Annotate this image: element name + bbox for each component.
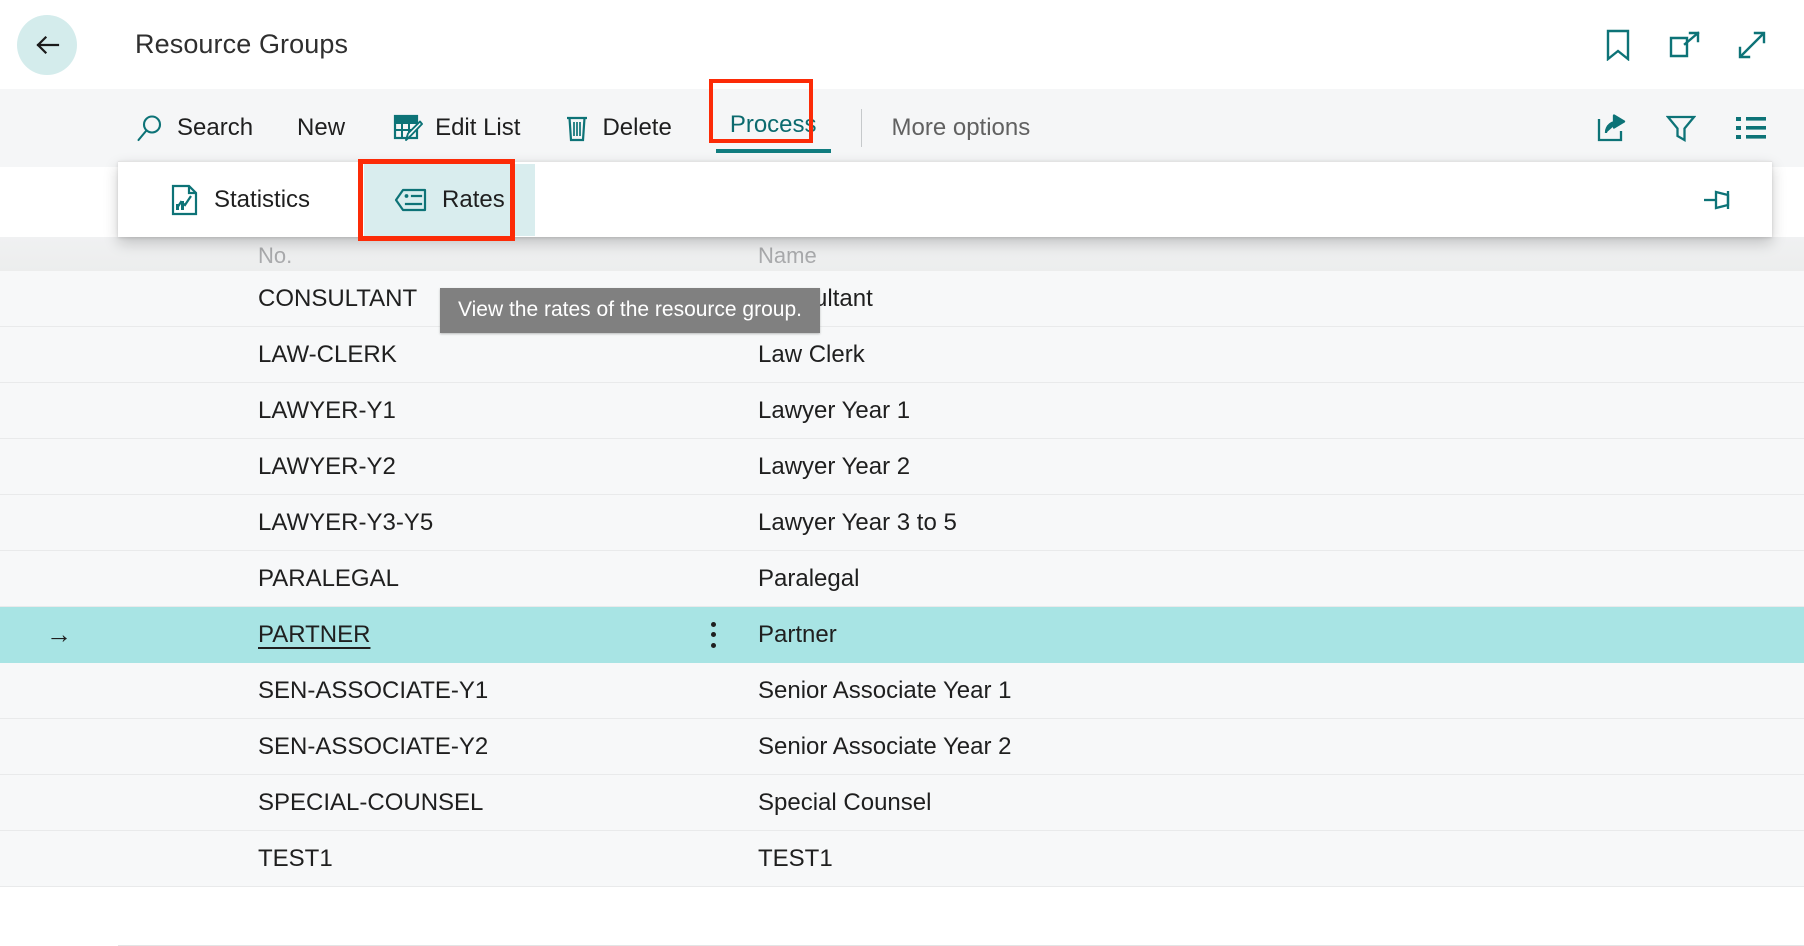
arrow-left-icon <box>36 35 60 54</box>
cell-no[interactable]: PARTNER <box>118 607 738 662</box>
cell-no[interactable]: SEN-ASSOCIATE-Y1 <box>118 663 738 718</box>
resource-groups-page: Resource Groups Search New Edit List Del… <box>0 0 1804 946</box>
cell-name[interactable]: Lawyer Year 3 to 5 <box>738 509 1804 537</box>
row-more-menu-icon[interactable] <box>710 621 716 648</box>
table-row[interactable]: TEST1 TEST1 <box>0 831 1804 887</box>
command-bar-items: Search New Edit List Delete Process More… <box>0 79 1031 153</box>
search-button[interactable]: Search <box>135 107 271 149</box>
menu-item-rates[interactable]: Rates <box>358 158 535 241</box>
cell-name[interactable]: Senior Associate Year 2 <box>738 733 1804 761</box>
table-row[interactable]: PARALEGAL Paralegal <box>0 551 1804 607</box>
cell-no-value: SPECIAL-COUNSEL <box>258 788 484 816</box>
header-name: Name <box>758 243 817 268</box>
table-row[interactable]: LAWYER-Y1 Lawyer Year 1 <box>0 383 1804 439</box>
cell-no[interactable]: LAWYER-Y3-Y5 <box>118 495 738 550</box>
cell-name[interactable]: Paralegal <box>738 565 1804 593</box>
more-options-button[interactable]: More options <box>892 114 1031 142</box>
row-indicator: → <box>46 619 72 649</box>
open-in-new-window-icon[interactable] <box>1668 28 1702 62</box>
delete-label: Delete <box>602 114 672 141</box>
resource-groups-list: No. Name CONSULTANT Consultant LAW-CLERK La… <box>0 237 1804 946</box>
cell-no[interactable]: LAWYER-Y2 <box>118 439 738 494</box>
cell-no-value: LAWYER-Y3-Y5 <box>258 508 434 536</box>
table-row[interactable]: SPECIAL-COUNSEL Special Counsel <box>0 775 1804 831</box>
table-row[interactable]: SEN-ASSOCIATE-Y2 Senior Associate Year 2 <box>0 719 1804 775</box>
list-body: CONSULTANTConsultantLAW-CLERKLaw ClerkLA… <box>0 271 1804 887</box>
cell-name[interactable]: Consultant <box>738 285 1804 313</box>
command-bar-actions <box>1594 111 1768 145</box>
cell-name[interactable]: Lawyer Year 1 <box>738 397 1804 425</box>
pin-menu-icon[interactable] <box>1702 187 1736 213</box>
table-row[interactable]: CONSULTANT Consultant <box>0 271 1804 327</box>
menu-item-statistics-label: Statistics <box>214 185 311 213</box>
cell-no-value: LAWYER-Y1 <box>258 396 396 424</box>
title-bar: Resource Groups <box>0 0 1804 89</box>
cell-no[interactable]: LAWYER-Y1 <box>118 383 738 438</box>
table-row[interactable]: LAW-CLERK Law Clerk <box>0 327 1804 383</box>
back-button[interactable] <box>17 14 77 75</box>
search-label: Search <box>177 114 254 141</box>
cell-name[interactable]: Lawyer Year 2 <box>738 453 1804 481</box>
process-button[interactable]: Process <box>715 103 831 153</box>
cell-no-value: PARTNER <box>258 620 371 648</box>
title-bar-actions <box>1601 28 1769 62</box>
new-button[interactable]: New <box>271 108 371 148</box>
share-icon[interactable] <box>1594 111 1628 145</box>
command-bar: Search New Edit List Delete Process More… <box>0 79 1804 167</box>
table-row[interactable]: SEN-ASSOCIATE-Y1 Senior Associate Year 1 <box>0 663 1804 719</box>
table-row[interactable]: LAWYER-Y3-Y5 Lawyer Year 3 to 5 <box>0 495 1804 551</box>
cell-no-value: PARALEGAL <box>258 564 399 592</box>
trash-icon <box>567 116 588 142</box>
list-header: No. Name <box>0 237 1804 271</box>
new-label: New <box>297 114 346 141</box>
cell-no[interactable]: SPECIAL-COUNSEL <box>118 775 738 830</box>
cell-name[interactable]: Senior Associate Year 1 <box>738 677 1804 705</box>
edit-list-button[interactable]: Edit List <box>371 107 538 149</box>
cell-no[interactable]: PARALEGAL <box>118 551 738 606</box>
cell-name[interactable]: Law Clerk <box>738 341 1804 369</box>
edit-list-icon <box>393 114 424 141</box>
table-row[interactable]: LAWYER-Y2 Lawyer Year 2 <box>0 439 1804 495</box>
statistics-icon <box>171 184 198 215</box>
cell-no-value: LAWYER-Y2 <box>258 452 396 480</box>
rates-tag-icon <box>394 188 427 211</box>
cell-name[interactable]: Special Counsel <box>738 789 1804 817</box>
command-bar-divider <box>860 109 862 147</box>
cell-name[interactable]: Partner <box>738 621 1804 649</box>
cell-no-value: SEN-ASSOCIATE-Y2 <box>258 732 489 760</box>
page-title: Resource Groups <box>135 29 349 59</box>
header-no: No. <box>258 243 293 268</box>
process-dropdown-menu: Statistics Rates <box>118 158 1772 241</box>
table-row[interactable]: → PARTNER Partner <box>0 607 1804 663</box>
cell-no[interactable]: TEST1 <box>118 831 738 886</box>
list-view-icon[interactable] <box>1734 111 1768 145</box>
process-menu-wrapper: Process <box>708 79 831 153</box>
cell-no-value: TEST1 <box>258 844 333 872</box>
filter-icon[interactable] <box>1664 111 1698 145</box>
cell-no[interactable]: LAW-CLERK <box>118 327 738 382</box>
cell-name[interactable]: TEST1 <box>738 845 1804 873</box>
cell-no-value: SEN-ASSOCIATE-Y1 <box>258 676 489 704</box>
edit-list-label: Edit List <box>435 114 521 141</box>
rates-tooltip: View the rates of the resource group. <box>440 288 820 333</box>
search-icon <box>137 115 162 142</box>
menu-item-rates-label: Rates <box>442 185 505 213</box>
menu-item-statistics[interactable]: Statistics <box>148 162 332 237</box>
expand-icon[interactable] <box>1735 28 1769 62</box>
cell-no-value: LAW-CLERK <box>258 340 397 368</box>
delete-button[interactable]: Delete <box>538 107 689 149</box>
bookmark-icon[interactable] <box>1601 28 1635 62</box>
cell-no-value: CONSULTANT <box>258 284 418 312</box>
cell-no[interactable]: SEN-ASSOCIATE-Y2 <box>118 719 738 774</box>
